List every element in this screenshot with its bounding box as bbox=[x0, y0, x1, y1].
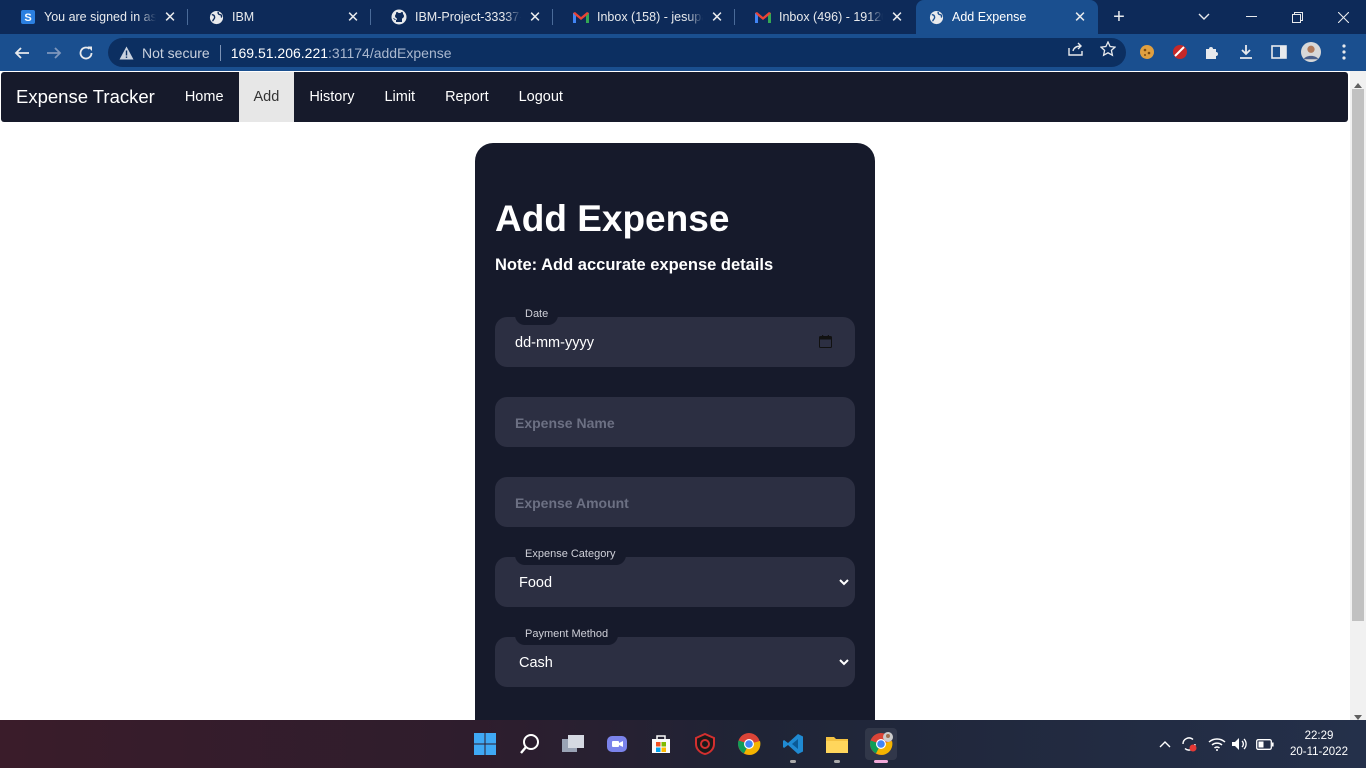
antivirus-shield-icon[interactable] bbox=[689, 728, 721, 760]
chrome-menu-icon[interactable] bbox=[1334, 42, 1354, 62]
close-tab-icon[interactable]: ✕ bbox=[709, 9, 725, 26]
expense-category-select[interactable]: Expense Category Food bbox=[495, 543, 855, 607]
date-placeholder: dd-mm-yyyy bbox=[515, 335, 594, 351]
extension-recorder-icon[interactable] bbox=[1170, 42, 1190, 62]
tab-title: IBM-Project-33337-1659 bbox=[415, 10, 521, 24]
microsoft-store-icon[interactable] bbox=[645, 728, 677, 760]
windows-taskbar: 22:29 20-11-2022 bbox=[0, 720, 1366, 768]
browser-tab[interactable]: Inbox (496) - 1912063 ✕ bbox=[735, 0, 915, 34]
web-page: Expense Tracker Home Add History Limit R… bbox=[0, 71, 1350, 720]
browser-toolbar: Not secure 169.51.206.221 :31174/addExpe… bbox=[0, 34, 1366, 71]
browser-tab-active[interactable]: Add Expense ✕ bbox=[916, 0, 1098, 34]
browser-tab[interactable]: IBM ✕ bbox=[188, 0, 371, 34]
expense-amount-input[interactable]: Expense Amount bbox=[495, 477, 855, 527]
forward-button[interactable] bbox=[40, 39, 68, 67]
close-tab-icon[interactable]: ✕ bbox=[889, 9, 905, 26]
back-button[interactable] bbox=[8, 39, 36, 67]
nav-report[interactable]: Report bbox=[430, 72, 504, 122]
date-field[interactable]: Date dd-mm-yyyy bbox=[495, 303, 855, 367]
url-host: 169.51.206.221 bbox=[230, 44, 329, 61]
vscode-icon[interactable] bbox=[777, 728, 809, 763]
tray-overflow-chevron-icon[interactable] bbox=[1155, 734, 1175, 754]
restore-button[interactable] bbox=[1274, 0, 1320, 34]
page-title: Add Expense bbox=[495, 198, 730, 239]
chrome-icon[interactable] bbox=[733, 728, 765, 760]
search-icon[interactable] bbox=[514, 728, 546, 760]
clock-date: 20-11-2022 bbox=[1290, 746, 1348, 758]
battery-icon[interactable] bbox=[1255, 734, 1275, 754]
close-window-button[interactable] bbox=[1320, 0, 1366, 34]
form-note: Note: Add accurate expense details bbox=[495, 256, 774, 274]
sync-icon[interactable] bbox=[1179, 734, 1199, 754]
nav-add[interactable]: Add bbox=[238, 72, 295, 122]
profile-avatar[interactable] bbox=[1301, 42, 1321, 62]
close-tab-icon[interactable]: ✕ bbox=[527, 9, 543, 26]
side-panel-icon[interactable] bbox=[1269, 42, 1289, 62]
browser-tab[interactable]: S You are signed in as 19 ✕ bbox=[0, 0, 188, 34]
chevron-down-icon bbox=[839, 574, 851, 586]
scroll-up-arrow-icon[interactable] bbox=[1354, 75, 1362, 88]
download-icon[interactable] bbox=[1236, 42, 1256, 62]
gmail-icon bbox=[755, 9, 771, 25]
github-icon bbox=[391, 9, 407, 25]
nav-logout[interactable]: Logout bbox=[504, 72, 578, 122]
expense-name-placeholder: Expense Name bbox=[515, 415, 615, 431]
payment-value: Cash bbox=[519, 655, 553, 671]
clock-time: 22:29 bbox=[1304, 730, 1334, 742]
tab-title: Inbox (158) - jesupandi bbox=[597, 10, 703, 24]
calendar-icon[interactable] bbox=[819, 335, 833, 349]
add-expense-card: Add Expense Note: Add accurate expense d… bbox=[475, 143, 875, 720]
bookmark-star-icon[interactable] bbox=[1099, 40, 1117, 58]
share-icon[interactable] bbox=[1067, 40, 1085, 58]
close-tab-icon[interactable]: ✕ bbox=[1072, 9, 1088, 26]
browser-tab[interactable]: Inbox (158) - jesupandi ✕ bbox=[553, 0, 735, 34]
extensions-puzzle-icon[interactable] bbox=[1202, 42, 1222, 62]
tab-title: You are signed in as 19 bbox=[44, 10, 156, 24]
nav-limit[interactable]: Limit bbox=[369, 72, 430, 122]
globe-icon bbox=[928, 9, 944, 25]
chrome-profile-icon[interactable] bbox=[865, 728, 897, 763]
url-path: :31174/addExpense bbox=[328, 44, 452, 61]
tab-search-icon[interactable] bbox=[1181, 0, 1227, 34]
tab-title: Inbox (496) - 1912063 bbox=[779, 10, 883, 24]
s-icon: S bbox=[20, 9, 36, 25]
payment-method-select[interactable]: Payment Method Cash bbox=[495, 623, 855, 687]
volume-icon[interactable] bbox=[1230, 734, 1250, 754]
close-tab-icon[interactable]: ✕ bbox=[345, 9, 361, 26]
browser-tab[interactable]: IBM-Project-33337-1659 ✕ bbox=[371, 0, 553, 34]
nav-home[interactable]: Home bbox=[170, 72, 239, 122]
expense-name-input[interactable]: Expense Name bbox=[495, 397, 855, 447]
file-explorer-icon[interactable] bbox=[821, 728, 853, 763]
minimize-button[interactable] bbox=[1228, 0, 1274, 34]
page-scrollbar[interactable] bbox=[1350, 71, 1366, 720]
app-navbar: Expense Tracker Home Add History Limit R… bbox=[1, 72, 1348, 122]
tab-title: Add Expense bbox=[952, 10, 1027, 24]
nav-history[interactable]: History bbox=[294, 72, 369, 122]
extension-cookie-icon[interactable] bbox=[1137, 42, 1157, 62]
globe-icon bbox=[208, 9, 224, 25]
gmail-icon bbox=[573, 9, 589, 25]
address-bar[interactable]: Not secure 169.51.206.221 :31174/addExpe… bbox=[108, 38, 1126, 67]
expense-amount-placeholder: Expense Amount bbox=[515, 495, 629, 511]
chevron-down-icon bbox=[839, 654, 851, 666]
windows-start-icon[interactable] bbox=[469, 728, 501, 760]
new-tab-button[interactable]: + bbox=[1109, 7, 1129, 27]
close-tab-icon[interactable]: ✕ bbox=[162, 9, 178, 26]
taskbar-clock[interactable]: 22:29 20-11-2022 bbox=[1286, 728, 1352, 760]
scrollbar-thumb[interactable] bbox=[1352, 89, 1364, 621]
category-value: Food bbox=[519, 575, 553, 591]
warning-icon[interactable] bbox=[118, 45, 134, 61]
not-secure-label: Not secure bbox=[142, 44, 210, 61]
tab-title: IBM bbox=[232, 10, 255, 24]
svg-text:S: S bbox=[24, 12, 31, 24]
task-view-icon[interactable] bbox=[557, 728, 589, 760]
scroll-down-arrow-icon[interactable] bbox=[1354, 708, 1362, 720]
wifi-icon[interactable] bbox=[1207, 734, 1227, 754]
brand-title[interactable]: Expense Tracker bbox=[16, 86, 155, 108]
reload-button[interactable] bbox=[72, 39, 100, 67]
browser-tab-strip: S You are signed in as 19 ✕ IBM ✕ IBM-Pr… bbox=[0, 0, 1366, 34]
teams-chat-icon[interactable] bbox=[601, 728, 633, 760]
